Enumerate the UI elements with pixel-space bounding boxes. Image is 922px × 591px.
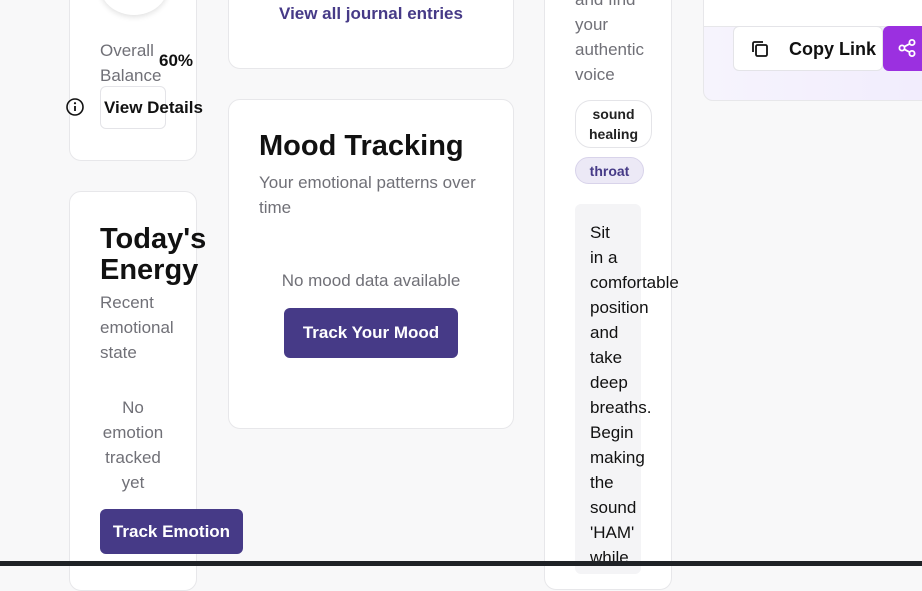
copy-icon xyxy=(750,39,770,59)
track-emotion-button[interactable]: Track Emotion xyxy=(100,509,243,554)
bottom-edge-bar xyxy=(0,561,922,566)
energy-empty-state: No emotion tracked yet xyxy=(102,398,164,492)
share-panel-header xyxy=(704,0,922,27)
tag-throat[interactable]: throat xyxy=(575,157,644,184)
mood-subtitle: Your emotional patterns over time xyxy=(259,173,476,217)
view-all-journal-link[interactable]: View all journal entries xyxy=(228,4,514,24)
track-mood-button[interactable]: Track Your Mood xyxy=(284,308,458,358)
energy-title: Today's Energy xyxy=(100,223,207,286)
info-icon[interactable] xyxy=(65,97,85,117)
practice-description: and find your authentic voice xyxy=(575,0,644,84)
balance-label: Overall Balance xyxy=(100,41,162,85)
tag-sound-healing[interactable]: sound healing xyxy=(575,100,652,148)
copy-link-button[interactable]: Copy Link xyxy=(733,26,883,71)
balance-gauge xyxy=(100,0,168,15)
share-icon xyxy=(897,38,917,58)
view-details-label: View Details xyxy=(104,98,203,117)
copy-link-label: Copy Link xyxy=(789,39,877,59)
share-button[interactable] xyxy=(883,26,922,71)
balance-percent: 60% xyxy=(159,51,194,70)
instructions-text: Sit in a comfortable position and take d… xyxy=(590,223,679,567)
energy-subtitle: Recent emotional state xyxy=(100,293,174,362)
mood-title: Mood Tracking xyxy=(259,130,464,162)
mood-empty-state: No mood data available xyxy=(281,271,461,290)
